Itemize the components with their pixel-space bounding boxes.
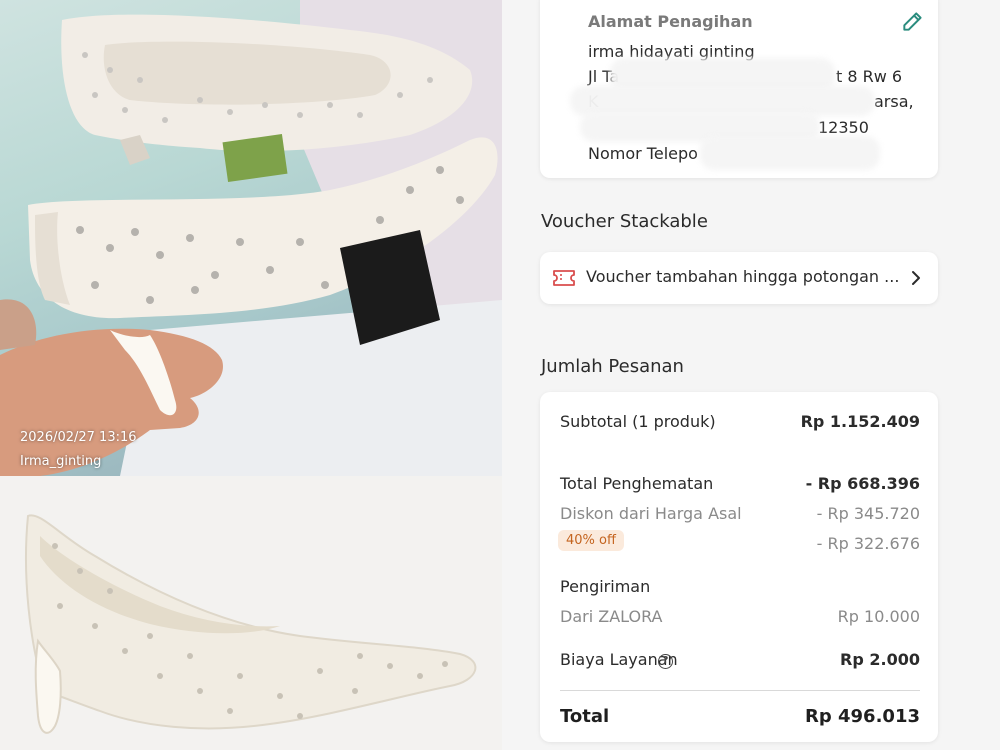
order-summary-title: Jumlah Pesanan [541,356,684,377]
shoe-photo-illustration [0,0,502,476]
voucher-text: Voucher tambahan hingga potongan ... [586,267,900,286]
order-summary-card: Subtotal (1 produk) Rp 1.152.409 Total P… [540,392,938,742]
savings-value: - Rp 668.396 [805,474,920,493]
badge-discount-value: - Rp 322.676 [816,534,920,553]
discount-value: - Rp 345.720 [816,504,920,523]
total-value: Rp 496.013 [805,706,920,727]
shipping-value: Rp 10.000 [837,607,920,626]
billing-address-card: Alamat Penagihan irma hidayati ginting J… [540,0,938,178]
billing-phone-label: Nomor Telepo [588,144,698,163]
ticket-icon [553,270,575,286]
discount-badge: 40% off [558,530,624,551]
pencil-icon[interactable] [900,8,926,34]
photo-timestamp: 2026/02/27 13:16 [20,430,137,445]
discount-label: Diskon dari Harga Asal [560,504,742,523]
summary-divider [560,690,920,691]
redaction-mark [700,136,880,170]
billing-address-line-2-tail: arsa, [874,92,914,111]
total-label: Total [560,706,610,727]
voucher-section-title: Voucher Stackable [541,211,708,232]
voucher-row[interactable]: Voucher tambahan hingga potongan ... [540,252,938,304]
billing-address-line-3-tail: 12350 [818,118,869,137]
subtotal-value: Rp 1.152.409 [800,412,920,431]
product-photo [0,476,502,750]
help-icon[interactable]: ? [658,654,673,669]
billing-address-line-1-tail: t 8 Rw 6 [836,67,903,86]
savings-label: Total Penghematan [560,474,714,493]
service-fee-value: Rp 2.000 [840,650,920,669]
shipping-from-label: Dari ZALORA [560,607,663,626]
chevron-right-icon [912,271,920,285]
subtotal-label: Subtotal (1 produk) [560,412,716,431]
checkout-panel: Alamat Penagihan irma hidayati ginting J… [502,0,1000,750]
product-shoe-illustration [25,514,477,734]
shipping-label: Pengiriman [560,577,651,596]
customer-photo: 2026/02/27 13:16 Irma_ginting [0,0,502,476]
photo-username: Irma_ginting [20,454,102,469]
billing-address-title: Alamat Penagihan [588,12,753,31]
